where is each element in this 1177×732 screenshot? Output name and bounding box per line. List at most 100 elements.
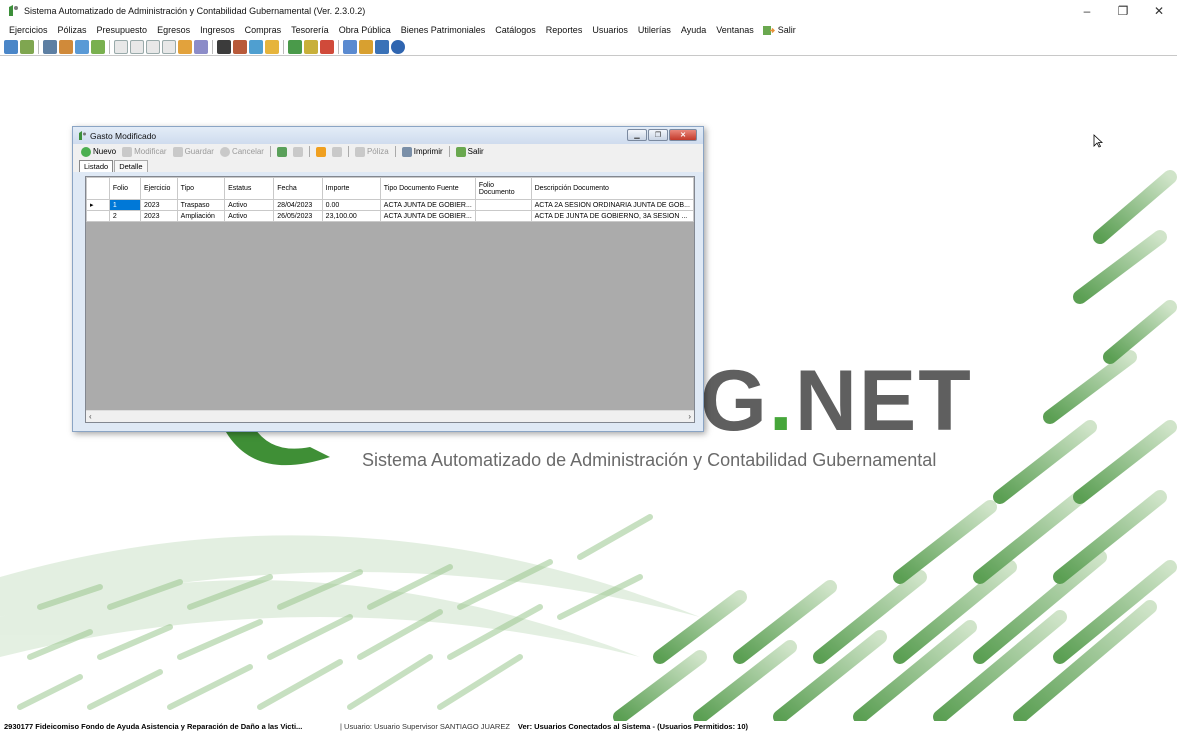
scroll-right-icon[interactable]: › <box>688 412 691 421</box>
tab-detalle[interactable]: Detalle <box>114 160 148 172</box>
row-header-cell[interactable] <box>86 210 110 222</box>
notebook-icon[interactable] <box>217 39 231 54</box>
modificar-button[interactable]: Modificar <box>120 146 168 157</box>
menu-obra-publica[interactable]: Obra Pública <box>334 25 396 35</box>
table-row[interactable]: 2 2023 Ampliación Activo 26/05/2023 23,1… <box>86 210 695 222</box>
doc1-icon[interactable] <box>114 39 128 54</box>
disk-icon[interactable] <box>194 39 208 54</box>
col-header-folio[interactable]: Folio <box>108 177 141 200</box>
bell-icon[interactable] <box>359 39 373 54</box>
delete-button[interactable] <box>291 146 305 157</box>
menu-utilerias[interactable]: Utilerías <box>633 25 676 35</box>
cancelar-label: Cancelar <box>231 147 264 156</box>
col-header-tipo[interactable]: Tipo <box>176 177 226 200</box>
cell-descripcion[interactable]: ACTA 2A SESION ORDINARIA JUNTA DE GOB... <box>530 199 695 211</box>
cell-tipo[interactable]: Ampliación <box>176 210 226 222</box>
pen-icon[interactable] <box>304 39 318 54</box>
truck-icon[interactable] <box>43 39 57 54</box>
nuevo-button[interactable]: Nuevo <box>79 146 118 157</box>
col-header-estatus[interactable]: Estatus <box>224 177 275 200</box>
cell-importe[interactable]: 0.00 <box>321 199 381 211</box>
menu-ejercicios[interactable]: Ejercicios <box>4 25 53 35</box>
cancelar-button[interactable]: Cancelar <box>218 146 266 157</box>
cell-folio-documento[interactable] <box>474 199 532 211</box>
cell-ejercicio[interactable]: 2023 <box>139 199 178 211</box>
cell-fecha[interactable]: 28/04/2023 <box>273 199 323 211</box>
cell-tipo-doc-fuente[interactable]: ACTA JUNTA DE GOBIER... <box>379 210 476 222</box>
close-button[interactable]: ✕ <box>1141 0 1177 22</box>
col-header-folio-documento[interactable]: Folio Documento <box>474 177 532 200</box>
filter-button[interactable] <box>314 146 328 157</box>
help-icon[interactable] <box>391 39 405 54</box>
menu-salir[interactable]: Salir <box>759 25 801 36</box>
car-icon[interactable] <box>233 39 247 54</box>
chart2-icon[interactable] <box>375 39 389 54</box>
status-connected-users-link[interactable]: Ver: Usuarios Conectados al Sistema - (U… <box>518 722 748 731</box>
toolbar-separator <box>394 146 396 157</box>
cell-fecha[interactable]: 26/05/2023 <box>273 210 323 222</box>
child-restore-button[interactable]: ❐ <box>648 129 668 141</box>
menu-egresos[interactable]: Egresos <box>152 25 195 35</box>
menu-usuarios[interactable]: Usuarios <box>587 25 633 35</box>
list-icon[interactable] <box>75 39 89 54</box>
globe-icon[interactable] <box>265 39 279 54</box>
export-button[interactable] <box>275 146 289 157</box>
tab-listado[interactable]: Listado <box>79 160 114 172</box>
salir-button[interactable]: Salir <box>454 146 486 157</box>
cell-folio-documento[interactable] <box>474 210 532 222</box>
box-icon[interactable] <box>178 39 192 54</box>
cell-descripcion[interactable]: ACTA DE JUNTA DE GOBIERNO, 3A SESION ... <box>530 210 695 222</box>
cell-importe[interactable]: 23,100.00 <box>321 210 381 222</box>
scale-icon[interactable] <box>59 39 73 54</box>
menu-reportes[interactable]: Reportes <box>541 25 588 35</box>
col-header-ejercicio[interactable]: Ejercicio <box>139 177 178 200</box>
menu-ayuda[interactable]: Ayuda <box>676 25 711 35</box>
exit-icon <box>455 146 466 157</box>
restore-button[interactable]: ❐ <box>1105 0 1141 22</box>
cell-folio[interactable]: 1 <box>108 199 141 211</box>
menu-compras[interactable]: Compras <box>240 25 287 35</box>
menu-catalogos[interactable]: Catálogos <box>490 25 541 35</box>
menu-polizas[interactable]: Pólizas <box>53 25 92 35</box>
menu-ventanas[interactable]: Ventanas <box>711 25 759 35</box>
refresh-icon[interactable] <box>4 39 18 54</box>
doc2-icon[interactable] <box>130 39 144 54</box>
col-header-tipo-doc-fuente[interactable]: Tipo Documento Fuente <box>379 177 476 200</box>
child-close-button[interactable]: ✕ <box>669 129 697 141</box>
cell-ejercicio[interactable]: 2023 <box>139 210 178 222</box>
imprimir-button[interactable]: Imprimir <box>400 146 445 157</box>
book-icon[interactable] <box>288 39 302 54</box>
col-header-fecha[interactable]: Fecha <box>273 177 323 200</box>
poliza-button[interactable]: Póliza <box>353 146 391 157</box>
child-titlebar[interactable]: Gasto Modificado ▁ ❐ ✕ <box>73 127 703 144</box>
row-indicator-icon[interactable]: ▸ <box>86 199 110 211</box>
col-header-importe[interactable]: Importe <box>321 177 381 200</box>
toolbar-separator <box>212 39 213 54</box>
cell-estatus[interactable]: Activo <box>224 210 275 222</box>
scroll-left-icon[interactable]: ‹ <box>89 412 92 421</box>
cell-tipo-doc-fuente[interactable]: ACTA JUNTA DE GOBIER... <box>379 199 476 211</box>
minimize-button[interactable]: – <box>1069 0 1105 22</box>
child-minimize-button[interactable]: ▁ <box>627 129 647 141</box>
cell-estatus[interactable]: Activo <box>224 199 275 211</box>
table-icon[interactable] <box>91 39 105 54</box>
toolbar-separator <box>109 39 110 54</box>
clear-filter-button[interactable] <box>330 146 344 157</box>
cell-tipo[interactable]: Traspaso <box>176 199 226 211</box>
shield-icon[interactable] <box>320 39 334 54</box>
pie-icon[interactable] <box>249 39 263 54</box>
col-header-descripcion[interactable]: Descripción Documento <box>530 177 695 200</box>
menu-ingresos[interactable]: Ingresos <box>195 25 240 35</box>
modificar-label: Modificar <box>134 147 167 156</box>
cell-folio[interactable]: 2 <box>108 210 141 222</box>
guardar-button[interactable]: Guardar <box>171 146 216 157</box>
tree-icon[interactable] <box>343 39 357 54</box>
menu-presupuesto[interactable]: Presupuesto <box>92 25 153 35</box>
horizontal-scrollbar[interactable]: ‹ › <box>86 410 694 422</box>
chart-icon[interactable] <box>20 39 34 54</box>
menu-tesoreria[interactable]: Tesorería <box>286 25 334 35</box>
menu-bienes-patrimoniales[interactable]: Bienes Patrimoniales <box>396 25 491 35</box>
table-row[interactable]: ▸ 1 2023 Traspaso Activo 28/04/2023 0.00… <box>86 199 695 211</box>
doc4-icon[interactable] <box>162 39 176 54</box>
doc3-icon[interactable] <box>146 39 160 54</box>
